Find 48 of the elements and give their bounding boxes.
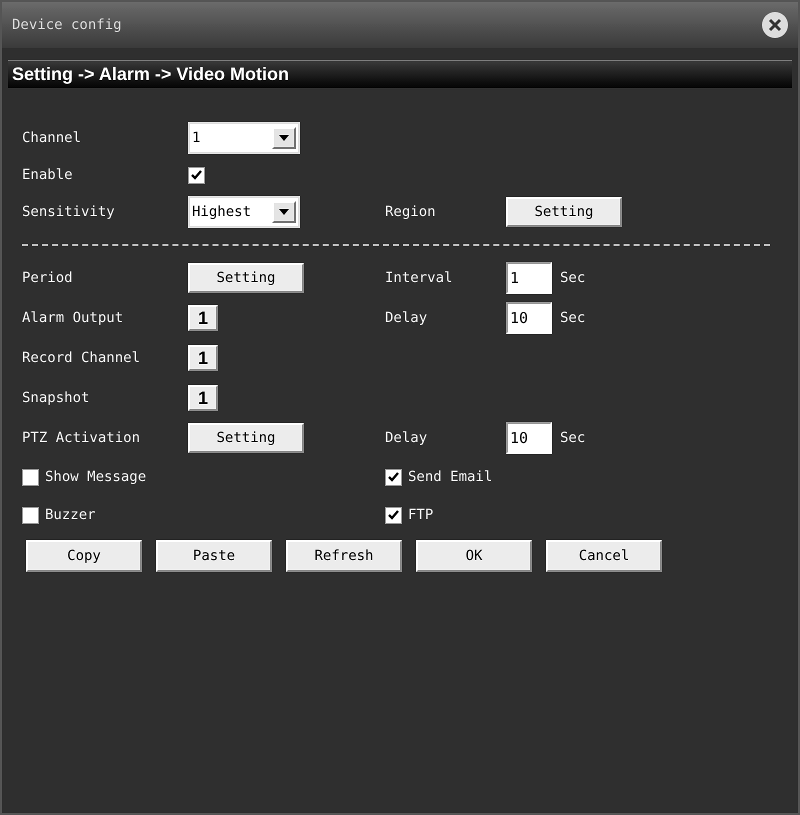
field-label: Channel <box>22 128 82 148</box>
checkbox-label: FTP <box>408 506 434 524</box>
dropdown[interactable]: 1 <box>188 122 300 154</box>
output-picker[interactable]: 1 <box>188 385 218 411</box>
field-label: Alarm Output <box>22 308 124 328</box>
checkbox[interactable] <box>385 506 402 524</box>
close-icon[interactable] <box>762 12 788 38</box>
checkmark-icon <box>191 170 202 180</box>
setting-button[interactable]: Setting <box>188 263 304 293</box>
window-title: Device config <box>12 16 122 34</box>
field-label: PTZ Activation <box>22 428 142 448</box>
number-field[interactable]: 1 <box>506 262 552 294</box>
action-button[interactable]: Copy <box>26 540 142 572</box>
breadcrumb: Setting -> Alarm -> Video Motion <box>12 63 290 86</box>
checkbox[interactable] <box>385 468 402 486</box>
checkbox[interactable] <box>188 166 205 184</box>
checkbox[interactable] <box>22 506 39 524</box>
action-button[interactable]: OK <box>416 540 532 572</box>
field-label: Sensitivity <box>22 202 116 222</box>
field-label: Record Channel <box>22 348 142 368</box>
output-picker[interactable]: 1 <box>188 345 218 371</box>
setting-button[interactable]: Setting <box>188 423 304 453</box>
field-label: Enable <box>22 166 74 184</box>
action-button[interactable]: Paste <box>156 540 272 572</box>
checkbox-label: Send Email <box>408 468 492 486</box>
checkmark-icon <box>388 510 399 520</box>
action-button[interactable]: Refresh <box>286 540 402 572</box>
action-button[interactable]: Cancel <box>546 540 662 572</box>
dropdown-value: Highest <box>192 202 252 222</box>
checkbox[interactable] <box>22 468 39 486</box>
field-label: Delay <box>385 428 428 448</box>
field-label: Snapshot <box>22 388 90 408</box>
number-field[interactable]: 10 <box>506 422 552 454</box>
checkbox-label: Buzzer <box>45 506 96 524</box>
setting-button[interactable]: Setting <box>506 197 622 227</box>
number-field[interactable]: 10 <box>506 302 552 334</box>
unit-label: Sec <box>560 308 586 328</box>
checkbox-label: Show Message <box>45 468 146 486</box>
dropdown[interactable]: Highest <box>188 196 300 228</box>
unit-label: Sec <box>560 268 586 288</box>
dropdown-value: 1 <box>192 128 200 148</box>
unit-label: Sec <box>560 428 586 448</box>
field-label: Delay <box>385 308 428 328</box>
output-picker[interactable]: 1 <box>188 305 218 331</box>
field-label: Region <box>385 202 437 222</box>
field-label: Interval <box>385 268 454 288</box>
checkmark-icon <box>388 472 399 482</box>
field-label: Period <box>22 268 74 288</box>
